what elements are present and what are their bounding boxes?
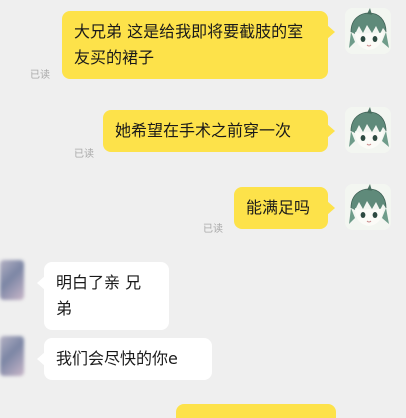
message-incoming: 我们会尽快的你e <box>0 330 406 395</box>
message-outgoing: 她希望在手术之前穿一次 已读 <box>0 100 406 165</box>
anime-character-avatar-icon <box>345 107 391 153</box>
chat-window[interactable]: 大兄弟 这是给我即将要截肢的室友买的裙子 已读 她希望在手术之前穿一次 已读 能… <box>0 0 406 418</box>
message-text: 明白了亲 兄弟 <box>56 273 142 318</box>
message-text: 她希望在手术之前穿一次 <box>115 121 292 140</box>
blurred-avatar-icon[interactable] <box>0 336 24 376</box>
self-avatar[interactable] <box>345 8 391 54</box>
message-bubble[interactable]: 我们会尽快的你e <box>37 338 212 380</box>
self-avatar[interactable] <box>345 107 391 153</box>
message-text: 大兄弟 这是给我即将要截肢的室友买的裙子 <box>74 22 304 67</box>
message-outgoing: 大兄弟 这是给我即将要截肢的室友买的裙子 已读 <box>0 0 406 90</box>
message-bubble[interactable]: 能满足吗 <box>234 187 335 229</box>
read-receipt: 已读 <box>74 149 94 160</box>
message-bubble[interactable]: 大兄弟 这是给我即将要截肢的室友买的裙子 <box>62 11 335 79</box>
message-bubble[interactable]: 明白了亲 兄弟 <box>37 262 169 330</box>
message-text: 能满足吗 <box>246 198 311 217</box>
read-receipt: 已读 <box>30 70 50 81</box>
read-receipt: 已读 <box>203 224 223 235</box>
message-outgoing: 能满足吗 已读 <box>0 176 406 241</box>
message-bubble[interactable]: 她希望在手术之前穿一次 <box>103 110 335 152</box>
blurred-avatar-icon[interactable] <box>0 260 24 300</box>
self-avatar[interactable] <box>345 184 391 230</box>
message-text: 我们会尽快的你e <box>56 349 178 368</box>
anime-character-avatar-icon <box>345 8 391 54</box>
anime-character-avatar-icon <box>345 184 391 230</box>
message-incoming: 明白了亲 兄弟 <box>0 254 406 330</box>
message-bubble-partial <box>176 404 336 418</box>
